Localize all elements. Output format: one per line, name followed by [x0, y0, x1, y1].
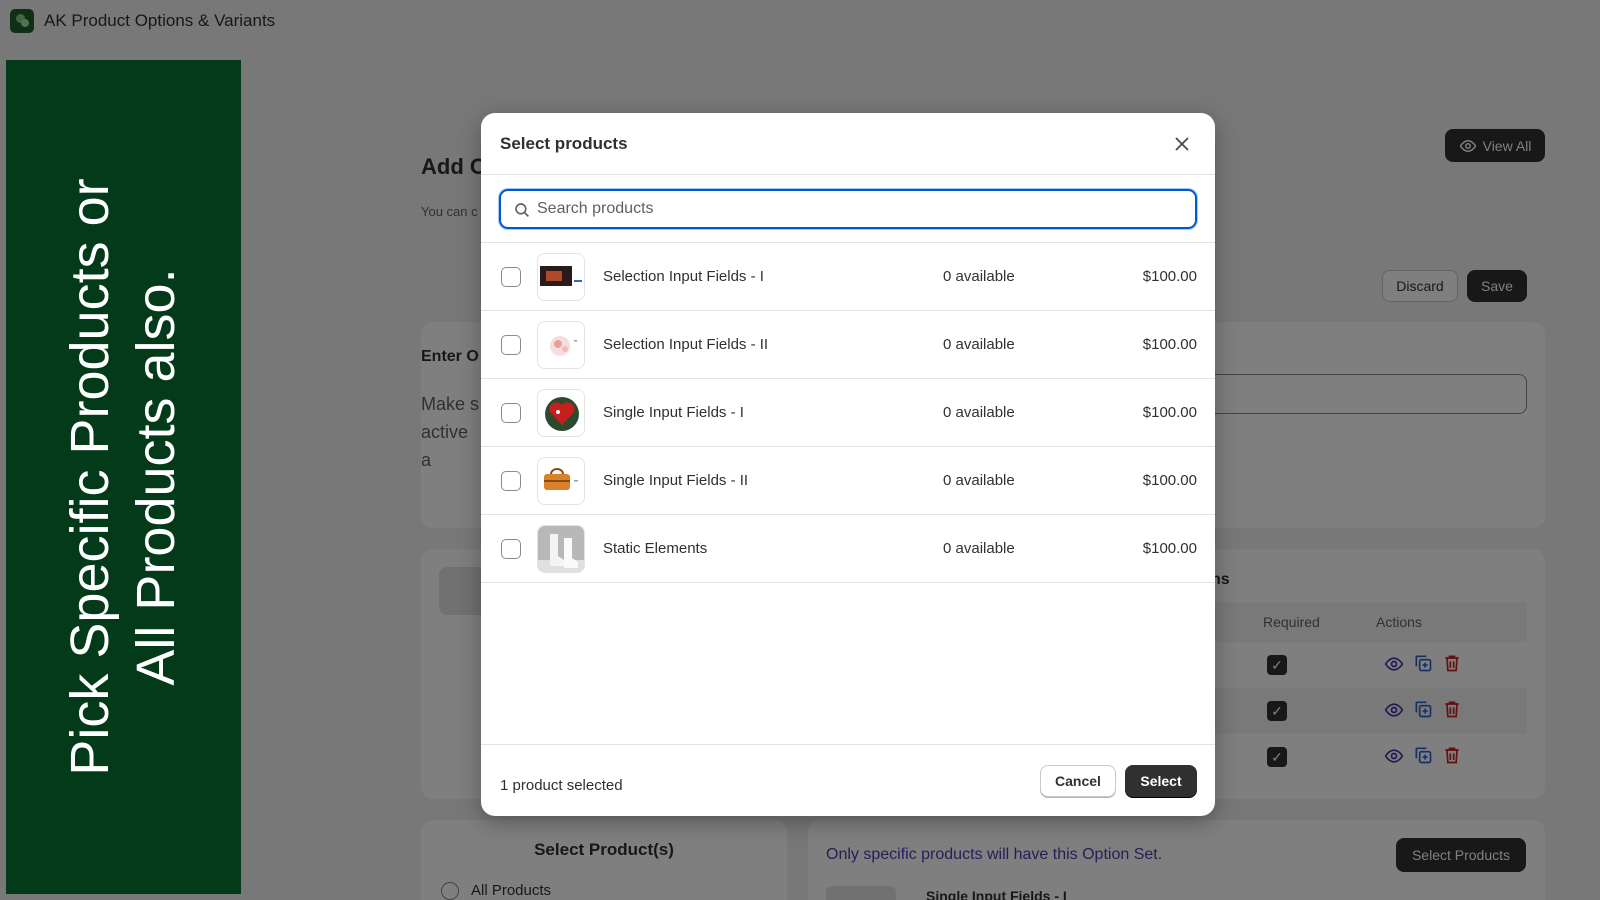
close-button[interactable] — [1169, 131, 1195, 157]
select-button[interactable]: Select — [1125, 765, 1197, 797]
product-thumbnail — [537, 389, 585, 437]
modal-title: Select products — [500, 134, 628, 153]
modal-footer: 1 product selected Cancel Select — [481, 744, 1215, 816]
product-price: $100.00 — [1142, 336, 1197, 353]
product-row[interactable]: Selection Input Fields - II 0 available … — [481, 311, 1215, 379]
product-name: Single Input Fields - I — [603, 404, 744, 421]
product-checkbox[interactable] — [501, 539, 521, 559]
product-price: $100.00 — [1142, 472, 1197, 489]
search-field[interactable] — [499, 189, 1197, 229]
search-icon — [515, 203, 529, 217]
product-name: Selection Input Fields - II — [603, 336, 769, 353]
product-row[interactable]: Selection Input Fields - I 0 available $… — [481, 243, 1215, 311]
cancel-button[interactable]: Cancel — [1040, 765, 1116, 797]
product-availability: 0 available — [943, 336, 1015, 353]
product-thumbnail — [537, 457, 585, 505]
product-image-icon — [538, 458, 584, 504]
promo-banner-text: Pick Specific Products or All Products a… — [60, 178, 186, 776]
close-icon — [1175, 137, 1189, 151]
product-row[interactable]: Single Input Fields - I 0 available $100… — [481, 379, 1215, 447]
product-thumbnail — [537, 253, 585, 301]
product-image-icon — [538, 322, 584, 368]
product-checkbox[interactable] — [501, 335, 521, 355]
selected-count: 1 product selected — [500, 777, 623, 794]
product-availability: 0 available — [943, 540, 1015, 557]
product-availability: 0 available — [943, 404, 1015, 421]
product-price: $100.00 — [1142, 268, 1197, 285]
product-checkbox[interactable] — [501, 471, 521, 491]
product-price: $100.00 — [1142, 404, 1197, 421]
product-checkbox[interactable] — [501, 267, 521, 287]
product-name: Selection Input Fields - I — [603, 268, 764, 285]
product-name: Single Input Fields - II — [603, 472, 749, 489]
product-image-icon — [538, 526, 584, 572]
product-availability: 0 available — [943, 472, 1015, 489]
product-image-icon — [538, 254, 584, 300]
product-row[interactable]: Single Input Fields - II 0 available $10… — [481, 447, 1215, 515]
search-input[interactable] — [537, 191, 1187, 227]
product-row[interactable]: Static Elements 0 available $100.00 — [481, 515, 1215, 583]
product-availability: 0 available — [943, 268, 1015, 285]
product-thumbnail — [537, 525, 585, 573]
product-thumbnail — [537, 321, 585, 369]
product-name: Static Elements — [603, 540, 708, 557]
modal-header: Select products — [481, 113, 1215, 175]
select-products-modal: Select products Selection Input Fields -… — [481, 113, 1215, 816]
promo-banner: Pick Specific Products or All Products a… — [6, 60, 241, 894]
product-price: $100.00 — [1142, 540, 1197, 557]
product-checkbox[interactable] — [501, 403, 521, 423]
product-image-icon — [538, 390, 584, 436]
